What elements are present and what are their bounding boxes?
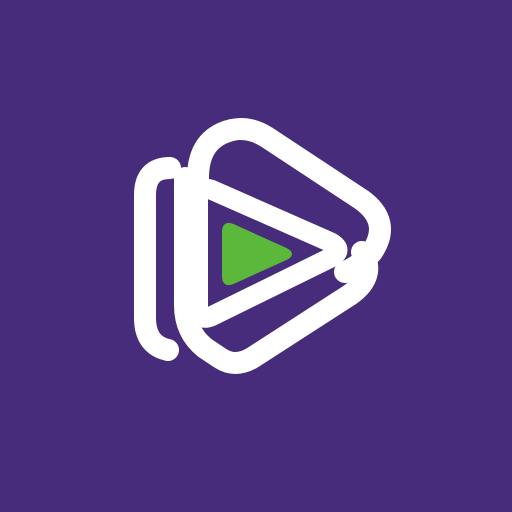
left-outer-bar <box>134 157 181 361</box>
app-icon-background <box>0 0 512 512</box>
play-button-logo-icon <box>134 118 391 374</box>
